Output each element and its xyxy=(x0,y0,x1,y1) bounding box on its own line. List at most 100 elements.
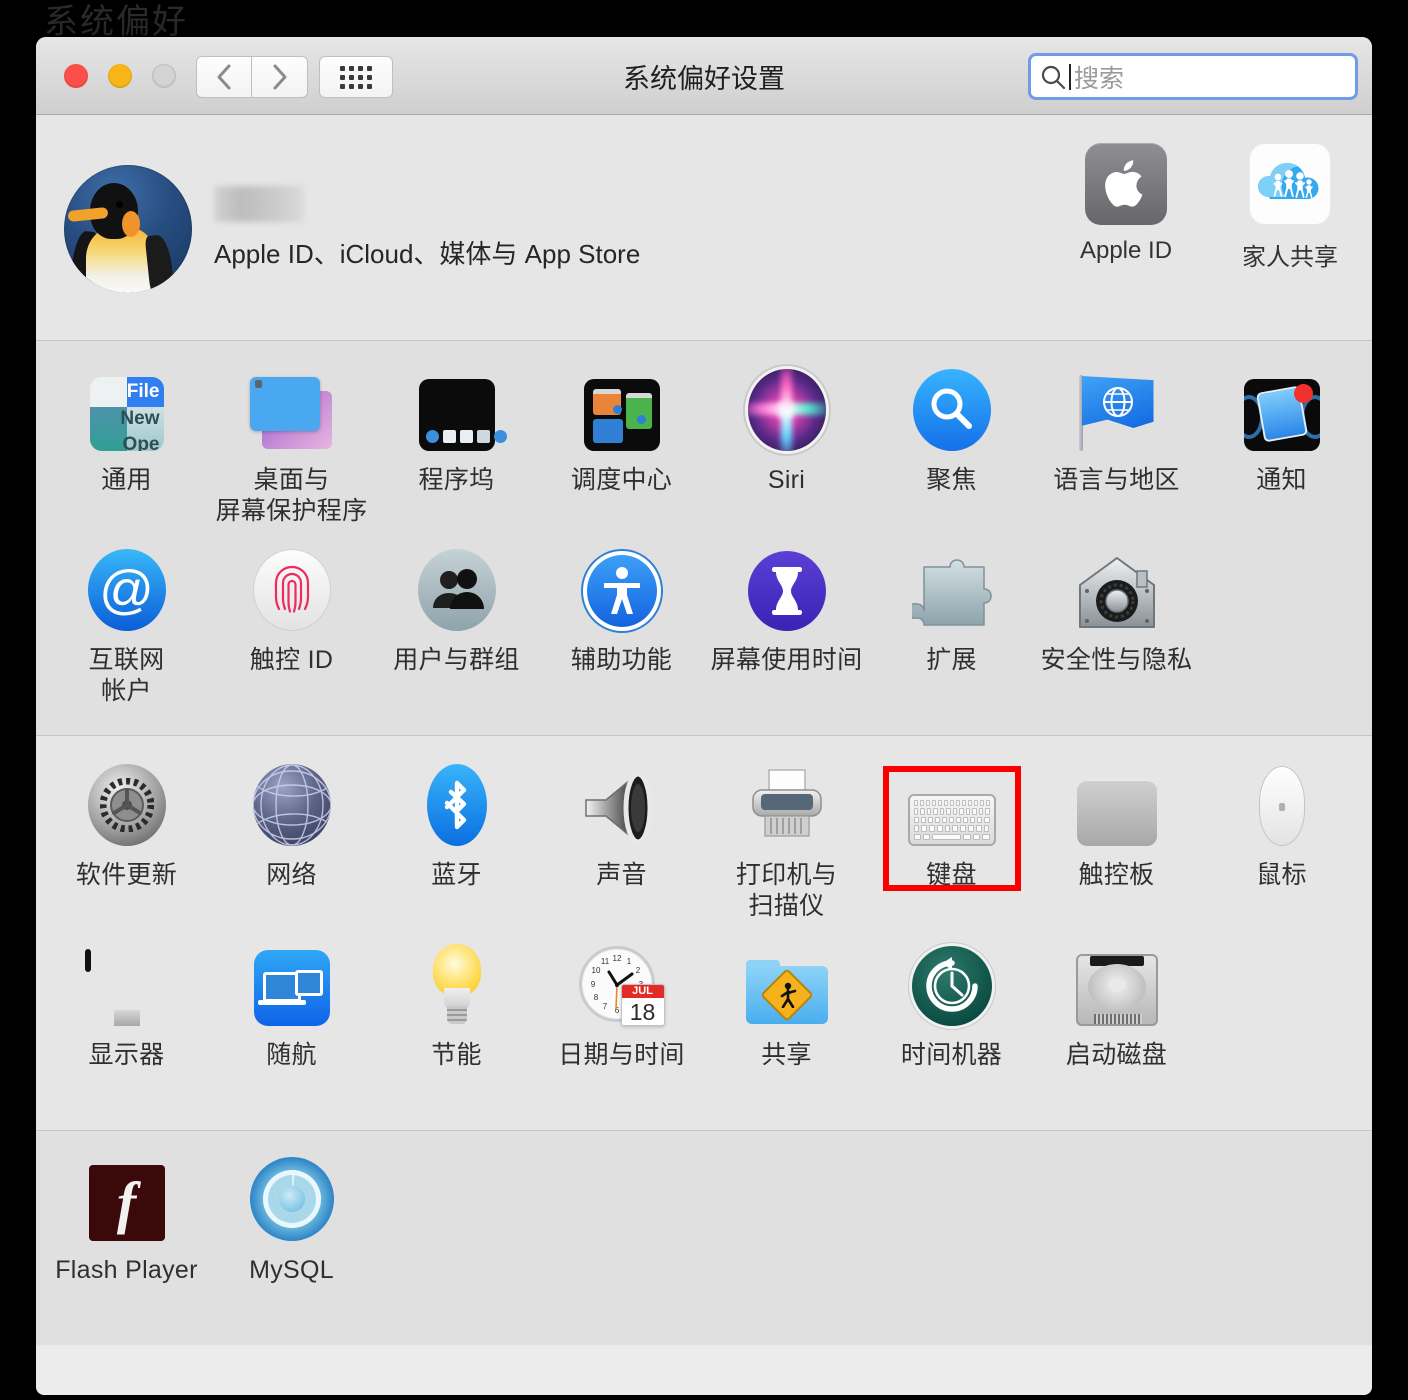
penguin-wing-right xyxy=(144,233,176,293)
calendar-badge: JUL 18 xyxy=(620,984,665,1026)
pref-pane-users-groups[interactable]: 用户与群组 xyxy=(374,539,539,719)
pref-pane-mission-control[interactable]: 调度中心 xyxy=(539,359,704,539)
pref-label: 语言与地区 xyxy=(1053,466,1180,494)
pref-label: 通知 xyxy=(1256,466,1307,494)
pref-pane-mysql[interactable]: MySQL xyxy=(209,1149,374,1329)
pref-label: 打印机与 扫描仪 xyxy=(735,861,838,920)
accessibility-icon xyxy=(582,551,661,631)
pref-label: 时间机器 xyxy=(900,1041,1003,1069)
grid-filler xyxy=(1034,1149,1199,1329)
pref-pane-bluetooth[interactable]: 蓝牙 xyxy=(374,754,539,934)
search-field[interactable]: 搜索 xyxy=(1028,53,1358,100)
grid-filler xyxy=(1199,539,1364,719)
pref-pane-displays[interactable]: 显示器 xyxy=(44,934,209,1114)
general-icon: File New Ope xyxy=(89,377,164,451)
sharing-icon xyxy=(745,960,828,1026)
svg-text:12: 12 xyxy=(612,954,621,963)
pref-label: Siri xyxy=(767,466,806,494)
screen: 系统偏好 系统偏好设置 搜索 Apple ID、iCloud、媒体与 App S… xyxy=(0,0,1408,1400)
hardware-grid: 软件更新 网络 蓝牙 声音 打印机与 扫描仪 键盘 触控板 鼠标 显示器 随航 … xyxy=(36,736,1372,1130)
account-subtitle: Apple ID、iCloud、媒体与 App Store xyxy=(214,239,641,269)
pref-pane-keyboard[interactable]: 键盘 xyxy=(869,754,1034,934)
svg-text:9: 9 xyxy=(590,980,595,989)
pref-pane-dock[interactable]: 程序坞 xyxy=(374,359,539,539)
grid-filler xyxy=(1199,1149,1364,1329)
pref-label: 启动磁盘 xyxy=(1065,1041,1168,1069)
pref-pane-flash-player[interactable]: f Flash Player xyxy=(44,1149,209,1329)
pref-label: 键盘 xyxy=(926,861,977,889)
sound-icon xyxy=(580,770,664,846)
pref-pane-time-machine[interactable]: 时间机器 xyxy=(869,934,1034,1114)
keyboard-icon xyxy=(907,794,996,846)
third-party-grid: f Flash Player MySQL xyxy=(36,1131,1372,1345)
spotlight-icon xyxy=(912,369,991,451)
pref-pane-extensions[interactable]: 扩展 xyxy=(869,539,1034,719)
family-sharing-label: 家人共享 xyxy=(1242,244,1338,271)
pref-pane-security[interactable]: 安全性与隐私 xyxy=(1034,539,1199,719)
pref-pane-siri[interactable]: Siri xyxy=(704,359,869,539)
window-titlebar: 系统偏好设置 搜索 xyxy=(36,37,1372,115)
svg-text:10: 10 xyxy=(591,966,600,975)
avatar[interactable] xyxy=(64,164,192,293)
software-update-icon xyxy=(87,764,166,846)
account-name-redacted xyxy=(214,186,304,222)
pref-label: 日期与时间 xyxy=(558,1041,685,1069)
svg-text:11: 11 xyxy=(600,957,609,966)
dock-icon xyxy=(418,379,507,451)
pref-pane-mouse[interactable]: 鼠标 xyxy=(1199,754,1364,934)
svg-text:8: 8 xyxy=(593,993,598,1002)
pref-label: 聚焦 xyxy=(926,466,977,494)
pref-pane-sidecar[interactable]: 随航 xyxy=(209,934,374,1114)
extensions-icon xyxy=(908,557,992,631)
pref-pane-sound[interactable]: 声音 xyxy=(539,754,704,934)
apple-logo-icon xyxy=(1085,143,1167,225)
pref-pane-date-time[interactable]: 1212 345 678 91011 xyxy=(539,934,704,1114)
pref-pane-software-update[interactable]: 软件更新 xyxy=(44,754,209,934)
pref-pane-trackpad[interactable]: 触控板 xyxy=(1034,754,1199,934)
pref-label: 扩展 xyxy=(926,646,977,674)
pref-pane-spotlight[interactable]: 聚焦 xyxy=(869,359,1034,539)
pref-label: 程序坞 xyxy=(418,466,495,494)
date-time-icon: 1212 345 678 91011 xyxy=(578,946,665,1026)
penguin-eye xyxy=(116,200,123,208)
pref-pane-sharing[interactable]: 共享 xyxy=(704,934,869,1114)
security-privacy-icon xyxy=(1075,555,1159,631)
pref-pane-language[interactable]: 语言与地区 xyxy=(1034,359,1199,539)
flash-player-icon: f xyxy=(88,1165,165,1241)
pref-pane-touch-id[interactable]: 触控 ID xyxy=(209,539,374,719)
search-icon xyxy=(1041,65,1066,89)
pref-pane-internet-accounts[interactable]: @ 互联网 帐户 xyxy=(44,539,209,719)
bluetooth-icon xyxy=(426,764,487,846)
siri-icon xyxy=(747,369,826,451)
time-machine-icon xyxy=(911,946,992,1026)
pref-pane-energy-saver[interactable]: 节能 xyxy=(374,934,539,1114)
displays-icon xyxy=(84,949,169,1026)
network-icon xyxy=(252,764,331,846)
pref-label: 蓝牙 xyxy=(431,861,482,889)
account-section: Apple ID、iCloud、媒体与 App Store Apple ID 家… xyxy=(36,115,1372,340)
personal-grid: File New Ope 通用 桌面与 屏幕保护程序 程序坞 调度中心 Siri… xyxy=(36,341,1372,735)
pref-pane-accessibility[interactable]: 辅助功能 xyxy=(539,539,704,719)
pref-pane-printers[interactable]: 打印机与 扫描仪 xyxy=(704,754,869,934)
apple-id-label: Apple ID xyxy=(1079,237,1173,264)
pref-pane-startup-disk[interactable]: 启动磁盘 xyxy=(1034,934,1199,1114)
pref-pane-network[interactable]: 网络 xyxy=(209,754,374,934)
family-sharing-tile[interactable]: 家人共享 xyxy=(1228,143,1352,272)
printers-scanners-icon xyxy=(747,768,827,846)
sidecar-icon xyxy=(253,950,330,1026)
personal-section: File New Ope 通用 桌面与 屏幕保护程序 程序坞 调度中心 Siri… xyxy=(36,341,1372,735)
pref-pane-general[interactable]: File New Ope 通用 xyxy=(44,359,209,539)
svg-text:1: 1 xyxy=(626,957,631,966)
pref-label: 软件更新 xyxy=(75,861,178,889)
pref-pane-notifications[interactable]: 通知 xyxy=(1199,359,1364,539)
screen-time-icon xyxy=(747,551,826,631)
apple-id-tile[interactable]: Apple ID xyxy=(1064,143,1188,272)
system-preferences-window: 系统偏好设置 搜索 Apple ID、iCloud、媒体与 App Store … xyxy=(36,37,1372,1395)
grid-filler xyxy=(539,1149,704,1329)
pref-pane-desktop[interactable]: 桌面与 屏幕保护程序 xyxy=(209,359,374,539)
pref-pane-screen-time[interactable]: 屏幕使用时间 xyxy=(704,539,869,719)
startup-disk-icon xyxy=(1075,954,1158,1026)
pref-label: 随航 xyxy=(266,1041,317,1069)
desktop-screensaver-icon xyxy=(249,377,334,451)
account-text: Apple ID、iCloud、媒体与 App Store xyxy=(214,186,640,271)
